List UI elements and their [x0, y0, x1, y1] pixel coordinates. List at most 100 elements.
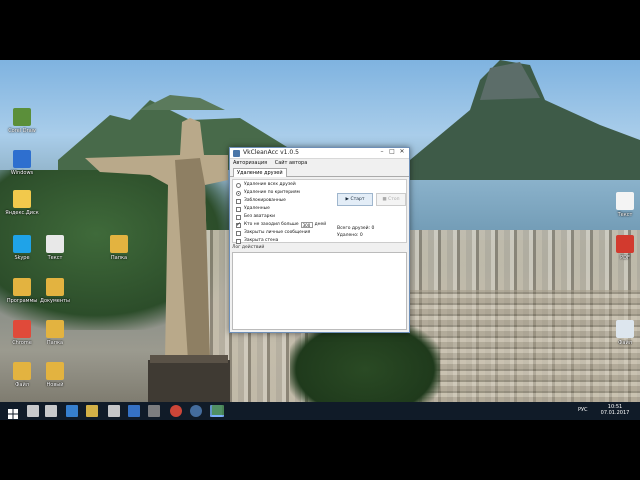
vk-icon[interactable] — [190, 405, 202, 417]
checkbox-option[interactable]: Закрыты личные сообщения — [236, 229, 336, 237]
log-title: Лог действий — [232, 245, 265, 250]
checkbox[interactable] — [236, 238, 241, 244]
desktop-icon-label: Текст — [47, 255, 63, 261]
file-icon — [13, 108, 31, 126]
file-icon — [13, 190, 31, 208]
desktop-icon-label: Текст — [617, 212, 633, 218]
window-title: VkCleanAcc v1.0.5 — [243, 149, 299, 156]
file-icon — [46, 278, 64, 296]
checkbox[interactable] — [236, 198, 241, 204]
menu-authorization[interactable]: Авторизация — [233, 160, 267, 166]
file-icon — [13, 278, 31, 296]
file-icon — [616, 235, 634, 253]
option-label: Кто не заходил больше — [244, 222, 299, 227]
stats: Всего друзей: 0 Удалено: 0 — [337, 225, 374, 239]
task-view-icon[interactable] — [45, 405, 57, 417]
desktop-icon[interactable]: Текст — [38, 235, 72, 261]
option-label: Удаление по критериям — [244, 190, 300, 195]
checkbox-option[interactable]: Удаленные — [236, 205, 336, 213]
radio-button[interactable] — [236, 182, 241, 188]
edge-icon[interactable] — [66, 405, 78, 417]
checkbox-option[interactable]: Закрыта стена — [236, 237, 336, 245]
desktop-icon-label: Файл — [15, 382, 29, 388]
days-unit-label: дней — [314, 222, 327, 227]
desktop-icon-label: Corel Draw — [8, 128, 36, 134]
tab-delete-friends[interactable]: Удаление друзей — [233, 168, 287, 177]
title-bar[interactable]: VkCleanAcc v1.0.5 – □ ✕ — [230, 148, 409, 159]
file-icon — [110, 235, 128, 253]
checkbox[interactable] — [236, 206, 241, 212]
radio-option[interactable]: Удаление по критериям — [236, 189, 336, 197]
close-button[interactable]: ✕ — [397, 148, 407, 155]
desktop-icon[interactable]: Текст — [608, 192, 640, 218]
file-icon — [616, 192, 634, 210]
option-label: Закрыта стена — [244, 238, 279, 243]
option-label: Удаленные — [244, 206, 270, 211]
desktop-icon-label: PDF — [620, 255, 630, 261]
file-icon — [46, 235, 64, 253]
file-icon — [616, 320, 634, 338]
menu-author-site[interactable]: Сайт автора — [275, 160, 308, 166]
desktop-icon[interactable]: Папка — [102, 235, 136, 261]
file-icon — [13, 320, 31, 338]
menu-bar: Авторизация Сайт автора — [230, 159, 409, 168]
language-indicator[interactable]: РУС — [578, 407, 588, 413]
store-icon[interactable] — [108, 405, 120, 417]
file-icon — [46, 362, 64, 380]
days-input[interactable]: 300 — [300, 222, 313, 228]
desktop-icon[interactable]: Файл — [5, 362, 39, 388]
app-icon — [233, 150, 240, 157]
file-icon — [46, 320, 64, 338]
minimize-button[interactable]: – — [377, 148, 387, 155]
stop-button[interactable]: ■ Стоп — [376, 193, 406, 206]
clock[interactable]: 10:51 07.01.2017 — [594, 404, 636, 416]
desktop-icon[interactable]: Яндекс.Диск — [5, 190, 39, 216]
mail-icon[interactable] — [128, 405, 140, 417]
radio-button[interactable] — [236, 190, 241, 196]
desktop-icon-label: Chrome — [12, 340, 32, 346]
desktop-icon[interactable]: Skype — [5, 235, 39, 261]
screen: Corel Draw Windows Яндекс.Диск Skype Текст Па… — [0, 0, 640, 480]
desktop-icon-label: Папка — [110, 255, 128, 261]
maximize-button[interactable]: □ — [387, 148, 397, 155]
calculator-icon[interactable] — [148, 405, 160, 417]
desktop-icon[interactable]: Новый — [38, 362, 72, 388]
desktop-icon-label: Новый — [46, 382, 64, 388]
desktop-icon[interactable]: Папка — [38, 320, 72, 346]
checkbox-option[interactable]: Кто не заходил больше300дней — [236, 221, 336, 229]
checkbox[interactable] — [236, 214, 241, 220]
option-label: Без аватарки — [244, 214, 275, 219]
clock-date: 07.01.2017 — [600, 410, 630, 416]
chrome-icon[interactable] — [170, 405, 182, 417]
file-icon — [13, 150, 31, 168]
desktop-icon[interactable]: Corel Draw — [5, 108, 39, 134]
vkcleanacc-icon[interactable] — [212, 405, 224, 417]
start-button[interactable]: ▶ Старт — [337, 193, 373, 206]
option-label: Закрыты личные сообщения — [244, 230, 311, 235]
windows-start-icon[interactable] — [7, 405, 19, 419]
radio-option[interactable]: Удаление всех друзей — [236, 181, 336, 189]
checkbox-option[interactable]: Заблокированные — [236, 197, 336, 205]
explorer-icon[interactable] — [86, 405, 98, 417]
desktop-icon[interactable]: Windows — [5, 150, 39, 176]
desktop-icon-label: Документы — [40, 298, 70, 304]
desktop-icon[interactable]: Chrome — [5, 320, 39, 346]
taskbar — [0, 402, 640, 420]
checkbox[interactable] — [236, 221, 241, 229]
desktop-icon-label: Программы — [6, 298, 38, 304]
checkbox-option[interactable]: Без аватарки — [236, 213, 336, 221]
desktop-icon[interactable]: PDF — [608, 235, 640, 261]
desktop-icon-label: Windows — [10, 170, 34, 176]
option-label: Удаление всех друзей — [244, 182, 296, 187]
log-area[interactable] — [232, 252, 407, 330]
desktop-icon[interactable]: Программы — [5, 278, 39, 304]
option-label: Заблокированные — [244, 198, 286, 203]
file-icon — [13, 362, 31, 380]
checkbox[interactable] — [236, 230, 241, 236]
desktop-icon[interactable]: Файл — [608, 320, 640, 346]
desktop-icon-label: Файл — [618, 340, 632, 346]
file-icon — [13, 235, 31, 253]
tab-strip: Удаление друзей — [230, 168, 409, 177]
desktop-icon[interactable]: Документы — [38, 278, 72, 304]
search-icon[interactable] — [27, 405, 39, 417]
